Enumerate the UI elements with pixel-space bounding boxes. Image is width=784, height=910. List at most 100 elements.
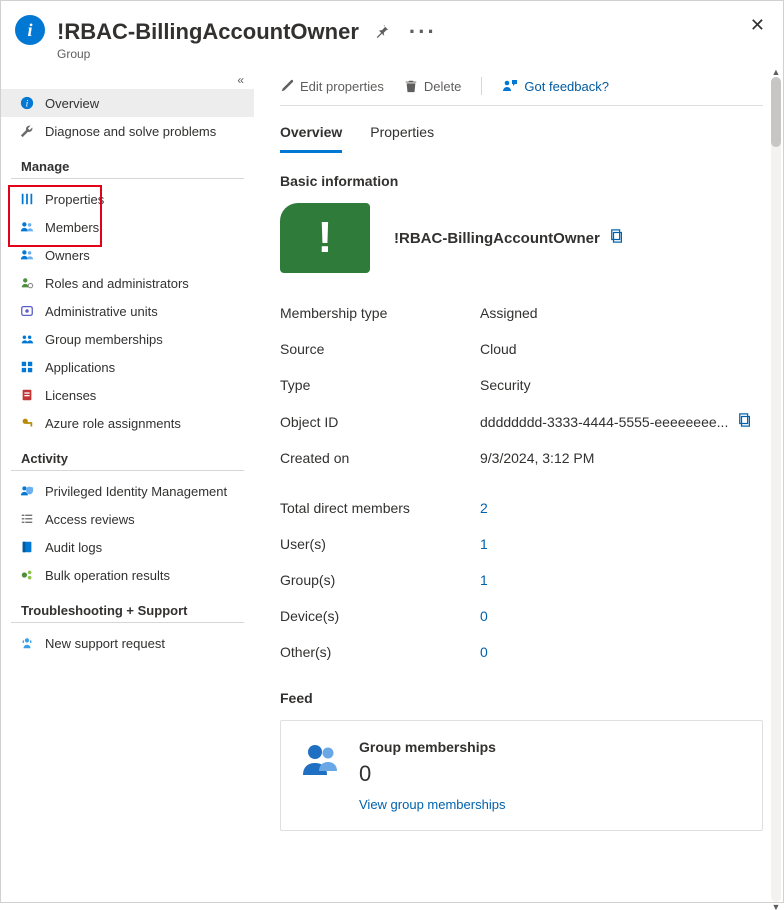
field-membership-type: Membership typeAssigned — [280, 295, 763, 331]
trash-icon — [404, 79, 418, 93]
pencil-icon — [280, 79, 294, 93]
member-value-link[interactable]: 2 — [480, 500, 763, 516]
info-icon: i — [19, 95, 35, 111]
shield-people-icon — [19, 483, 35, 499]
support-icon — [19, 635, 35, 651]
page-title: !RBAC-BillingAccountOwner ··· — [57, 15, 750, 49]
apps-icon — [19, 359, 35, 375]
sidebar-item-label: Overview — [45, 96, 99, 111]
sidebar-item-licenses[interactable]: Licenses — [1, 381, 254, 409]
sidebar-item-label: Licenses — [45, 388, 96, 403]
collapse-sidebar-button[interactable]: « — [1, 73, 254, 89]
people-icon — [19, 247, 35, 263]
sidebar-item-audit-logs[interactable]: Audit logs — [1, 533, 254, 561]
feedback-button[interactable]: Got feedback? — [502, 78, 609, 94]
sidebar-item-bulk-operation-results[interactable]: Bulk operation results — [1, 561, 254, 589]
sidebar-item-label: Bulk operation results — [45, 568, 170, 583]
member-value-link[interactable]: 0 — [480, 608, 763, 624]
field-value: Cloud — [480, 341, 763, 357]
tab-overview[interactable]: Overview — [280, 114, 342, 153]
main-content: Edit properties Delete Got feedback? Ove… — [254, 69, 783, 910]
copy-object-id-button[interactable] — [738, 413, 752, 430]
command-bar: Edit properties Delete Got feedback? — [280, 77, 763, 106]
sidebar-item-label: Applications — [45, 360, 115, 375]
group-tile-row: ! !RBAC-BillingAccountOwner — [280, 203, 763, 273]
tab-overview-label: Overview — [280, 124, 342, 140]
person-feedback-icon — [502, 78, 518, 94]
member-value-link[interactable]: 1 — [480, 536, 763, 552]
edit-properties-button[interactable]: Edit properties — [280, 79, 384, 94]
member-value-link[interactable]: 1 — [480, 572, 763, 588]
tab-properties-label: Properties — [370, 124, 434, 140]
sidebar-item-properties[interactable]: Properties — [1, 185, 254, 213]
field-value: Assigned — [480, 305, 763, 321]
field-key: Object ID — [280, 414, 480, 430]
group-name-text: !RBAC-BillingAccountOwner — [394, 230, 600, 247]
delete-button[interactable]: Delete — [404, 79, 462, 94]
sidebar-item-diagnose-and-solve-problems[interactable]: Diagnose and solve problems — [1, 117, 254, 145]
sidebar-item-owners[interactable]: Owners — [1, 241, 254, 269]
sidebar-item-label: Privileged Identity Management — [45, 484, 227, 499]
feed-card-body: Group memberships 0 View group membershi… — [359, 739, 505, 812]
view-group-memberships-link[interactable]: View group memberships — [359, 797, 505, 812]
sidebar-item-label: Owners — [45, 248, 90, 263]
sidebar-item-overview[interactable]: i Overview — [1, 89, 254, 117]
field-key: Membership type — [280, 305, 480, 321]
sidebar-item-roles-and-administrators[interactable]: Roles and administrators — [1, 269, 254, 297]
key-icon — [19, 415, 35, 431]
feed-heading: Feed — [280, 690, 763, 706]
feed-card-group-memberships: Group memberships 0 View group membershi… — [280, 720, 763, 831]
field-object-id: Object IDdddddddd-3333-4444-5555-eeeeeee… — [280, 403, 763, 440]
sidebar-item-label: New support request — [45, 636, 165, 651]
member-total-direct-members: Total direct members2 — [280, 490, 763, 526]
more-icon[interactable]: ··· — [405, 15, 441, 49]
sidebar: « i Overview Diagnose and solve problems M… — [1, 69, 254, 910]
sidebar-section-troubleshooting-support: Troubleshooting + Support — [11, 589, 244, 623]
admin-unit-icon — [19, 303, 35, 319]
page-title-text: !RBAC-BillingAccountOwner — [57, 19, 359, 45]
field-created-on: Created on9/3/2024, 3:12 PM — [280, 440, 763, 476]
group-memberships-icon — [301, 739, 341, 782]
sidebar-item-azure-role-assignments[interactable]: Azure role assignments — [1, 409, 254, 437]
group-name-row: !RBAC-BillingAccountOwner — [394, 229, 624, 247]
sidebar-item-new-support-request[interactable]: New support request — [1, 629, 254, 657]
scrollbar-thumb[interactable] — [771, 77, 781, 147]
sidebar-item-label: Audit logs — [45, 540, 102, 555]
sidebar-item-privileged-identity-management[interactable]: Privileged Identity Management — [1, 477, 254, 505]
sidebar-item-label: Members — [45, 220, 99, 235]
pin-icon[interactable] — [371, 20, 393, 45]
sidebar-item-administrative-units[interactable]: Administrative units — [1, 297, 254, 325]
sidebar-item-members[interactable]: Members — [1, 213, 254, 241]
member-key: Other(s) — [280, 644, 480, 660]
member-user-s-: User(s)1 — [280, 526, 763, 562]
sidebar-item-applications[interactable]: Applications — [1, 353, 254, 381]
scroll-down-button[interactable]: ▼ — [771, 902, 781, 910]
copy-name-button[interactable] — [610, 229, 624, 247]
header-title-wrap: !RBAC-BillingAccountOwner ··· Group — [57, 15, 750, 61]
member-key: Group(s) — [280, 572, 480, 588]
scroll-up-button[interactable]: ▲ — [771, 69, 781, 77]
feedback-label: Got feedback? — [524, 79, 609, 94]
sidebar-item-group-memberships[interactable]: Group memberships — [1, 325, 254, 353]
sidebar-item-label: Administrative units — [45, 304, 158, 319]
field-source: SourceCloud — [280, 331, 763, 367]
tab-properties[interactable]: Properties — [370, 114, 434, 153]
member-key: Total direct members — [280, 500, 480, 516]
tab-strip: Overview Properties — [280, 114, 763, 153]
feed-card-title: Group memberships — [359, 739, 505, 755]
scrollbar-track[interactable] — [771, 77, 781, 902]
member-key: Device(s) — [280, 608, 480, 624]
sidebar-item-label: Roles and administrators — [45, 276, 189, 291]
field-value: dddddddd-3333-4444-5555-eeeeeeee... — [480, 413, 763, 430]
field-key: Created on — [280, 450, 480, 466]
field-key: Source — [280, 341, 480, 357]
sidebar-item-label: Azure role assignments — [45, 416, 181, 431]
sidebar-item-label: Properties — [45, 192, 104, 207]
member-key: User(s) — [280, 536, 480, 552]
book-icon — [19, 539, 35, 555]
sidebar-item-access-reviews[interactable]: Access reviews — [1, 505, 254, 533]
member-other-s-: Other(s)0 — [280, 634, 763, 670]
close-button[interactable]: ✕ — [750, 15, 765, 36]
sliders-icon — [19, 191, 35, 207]
member-value-link[interactable]: 0 — [480, 644, 763, 660]
